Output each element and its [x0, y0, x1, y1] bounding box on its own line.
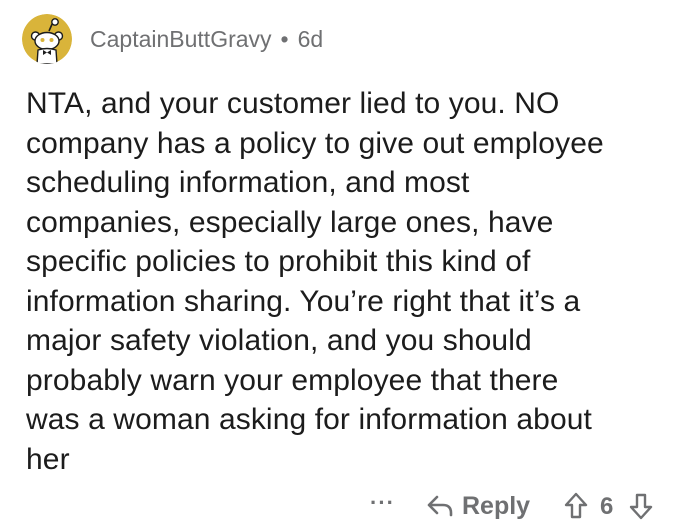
snoo-avatar-icon [22, 14, 72, 64]
comment-actions: ··· Reply 6 [0, 488, 700, 528]
comment-body-line: specific policies to prohibit this kind … [26, 245, 531, 278]
meta-separator: • [280, 25, 289, 52]
comment-header: CaptainButtGravy • 6d [22, 14, 323, 64]
comment-author[interactable]: CaptainButtGravy [90, 26, 272, 53]
comment-body-line: major safety violation, and you should [26, 324, 532, 357]
downvote-button[interactable] [629, 492, 653, 525]
comment-body-line: information sharing. You’re right that i… [26, 284, 581, 318]
comment-body-line: her [26, 442, 70, 476]
comment-body-line: companies, especially large ones, have [26, 205, 554, 239]
avatar[interactable] [22, 14, 72, 64]
reply-button[interactable]: Reply [426, 488, 530, 524]
vote-score: 6 [600, 493, 614, 520]
more-options-button[interactable]: ··· [370, 490, 395, 516]
comment-body: NTA, and your customer lied to you. NO c… [26, 84, 686, 479]
upvote-arrow-icon [564, 492, 588, 519]
comment-body-line: was a woman asking for information about [26, 403, 592, 436]
upvote-button[interactable] [564, 492, 588, 525]
comment-body-line: probably warn your employee that there [26, 363, 559, 397]
comment-body-line: scheduling information, and most [26, 166, 470, 199]
reply-arrow-icon [427, 495, 453, 517]
comment-body-line: company has a policy to give out employe… [26, 126, 604, 160]
downvote-arrow-icon [629, 493, 653, 520]
reply-label: Reply [462, 491, 531, 520]
comment-body-line: NTA, and your customer lied to you. NO [26, 87, 560, 120]
comment: CaptainButtGravy • 6d NTA, and your cust… [0, 0, 700, 532]
comment-age: 6d [297, 25, 324, 52]
